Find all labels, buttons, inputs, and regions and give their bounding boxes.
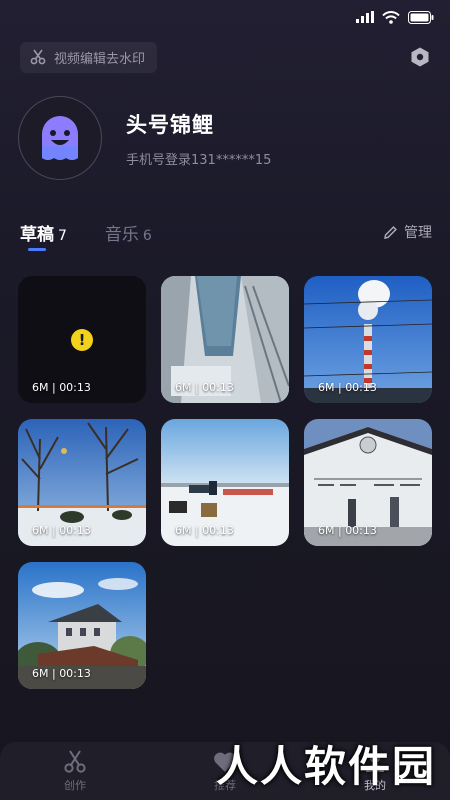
scissors-icon <box>30 49 46 65</box>
hexagon-settings-icon <box>411 47 429 67</box>
drafts-grid: ! 6M | 00:13 6M | 00:13 6M | 00:13 6M | … <box>18 276 432 689</box>
tab-music[interactable]: 音乐 6 <box>105 220 152 245</box>
profile-section: 头号锦鲤 手机号登录131******15 <box>18 96 432 180</box>
draft-tile[interactable]: 6M | 00:13 <box>161 419 289 546</box>
tab-music-count: 6 <box>142 228 152 244</box>
draft-tile[interactable]: 6M | 00:13 <box>304 276 432 403</box>
avatar[interactable] <box>18 96 102 180</box>
draft-tile[interactable]: 6M | 00:13 <box>161 276 289 403</box>
draft-meta: 6M | 00:13 <box>175 381 234 394</box>
draft-meta: 6M | 00:13 <box>175 524 234 537</box>
site-watermark-text: 人人软件园 <box>215 742 436 791</box>
signal-icon <box>356 11 374 23</box>
remove-watermark-label: 视频编辑去水印 <box>54 51 146 67</box>
draft-meta: 6M | 00:13 <box>32 381 91 394</box>
content-tabs: 草稿 7 音乐 6 管理 <box>20 220 432 256</box>
tab-drafts-count: 7 <box>58 228 67 244</box>
tab-drafts-label: 草稿 <box>20 225 54 245</box>
remove-watermark-button[interactable]: 视频编辑去水印 <box>20 41 158 73</box>
draft-tile[interactable]: 6M | 00:13 <box>18 562 146 689</box>
status-bar <box>0 0 450 34</box>
username: 头号锦鲤 <box>126 112 214 137</box>
draft-tile[interactable]: 6M | 00:13 <box>18 419 146 546</box>
ghost-avatar-icon <box>42 116 78 160</box>
wifi-icon <box>382 10 400 24</box>
pencil-icon <box>384 225 397 239</box>
settings-button[interactable] <box>406 43 434 71</box>
top-bar: 视频编辑去水印 <box>20 40 434 74</box>
nav-create[interactable]: 创作 <box>25 749 125 793</box>
warning-icon: ! <box>71 329 93 351</box>
draft-meta: 6M | 00:13 <box>32 524 91 537</box>
scissors-icon <box>64 749 86 773</box>
draft-tile[interactable]: 6M | 00:13 <box>304 419 432 546</box>
tab-music-label: 音乐 <box>104 225 139 245</box>
login-phone: 手机号登录131******15 <box>126 152 272 168</box>
manage-button[interactable]: 管理 <box>383 220 432 242</box>
manage-label: 管理 <box>404 225 432 241</box>
draft-meta: 6M | 00:13 <box>318 524 377 537</box>
draft-meta: 6M | 00:13 <box>32 667 91 680</box>
battery-icon <box>408 10 434 24</box>
draft-meta: 6M | 00:13 <box>318 381 377 394</box>
draft-tile[interactable]: ! 6M | 00:13 <box>18 276 146 403</box>
nav-create-label: 创作 <box>64 778 86 792</box>
active-tab-indicator <box>28 248 46 251</box>
tab-drafts[interactable]: 草稿 7 <box>20 220 67 251</box>
